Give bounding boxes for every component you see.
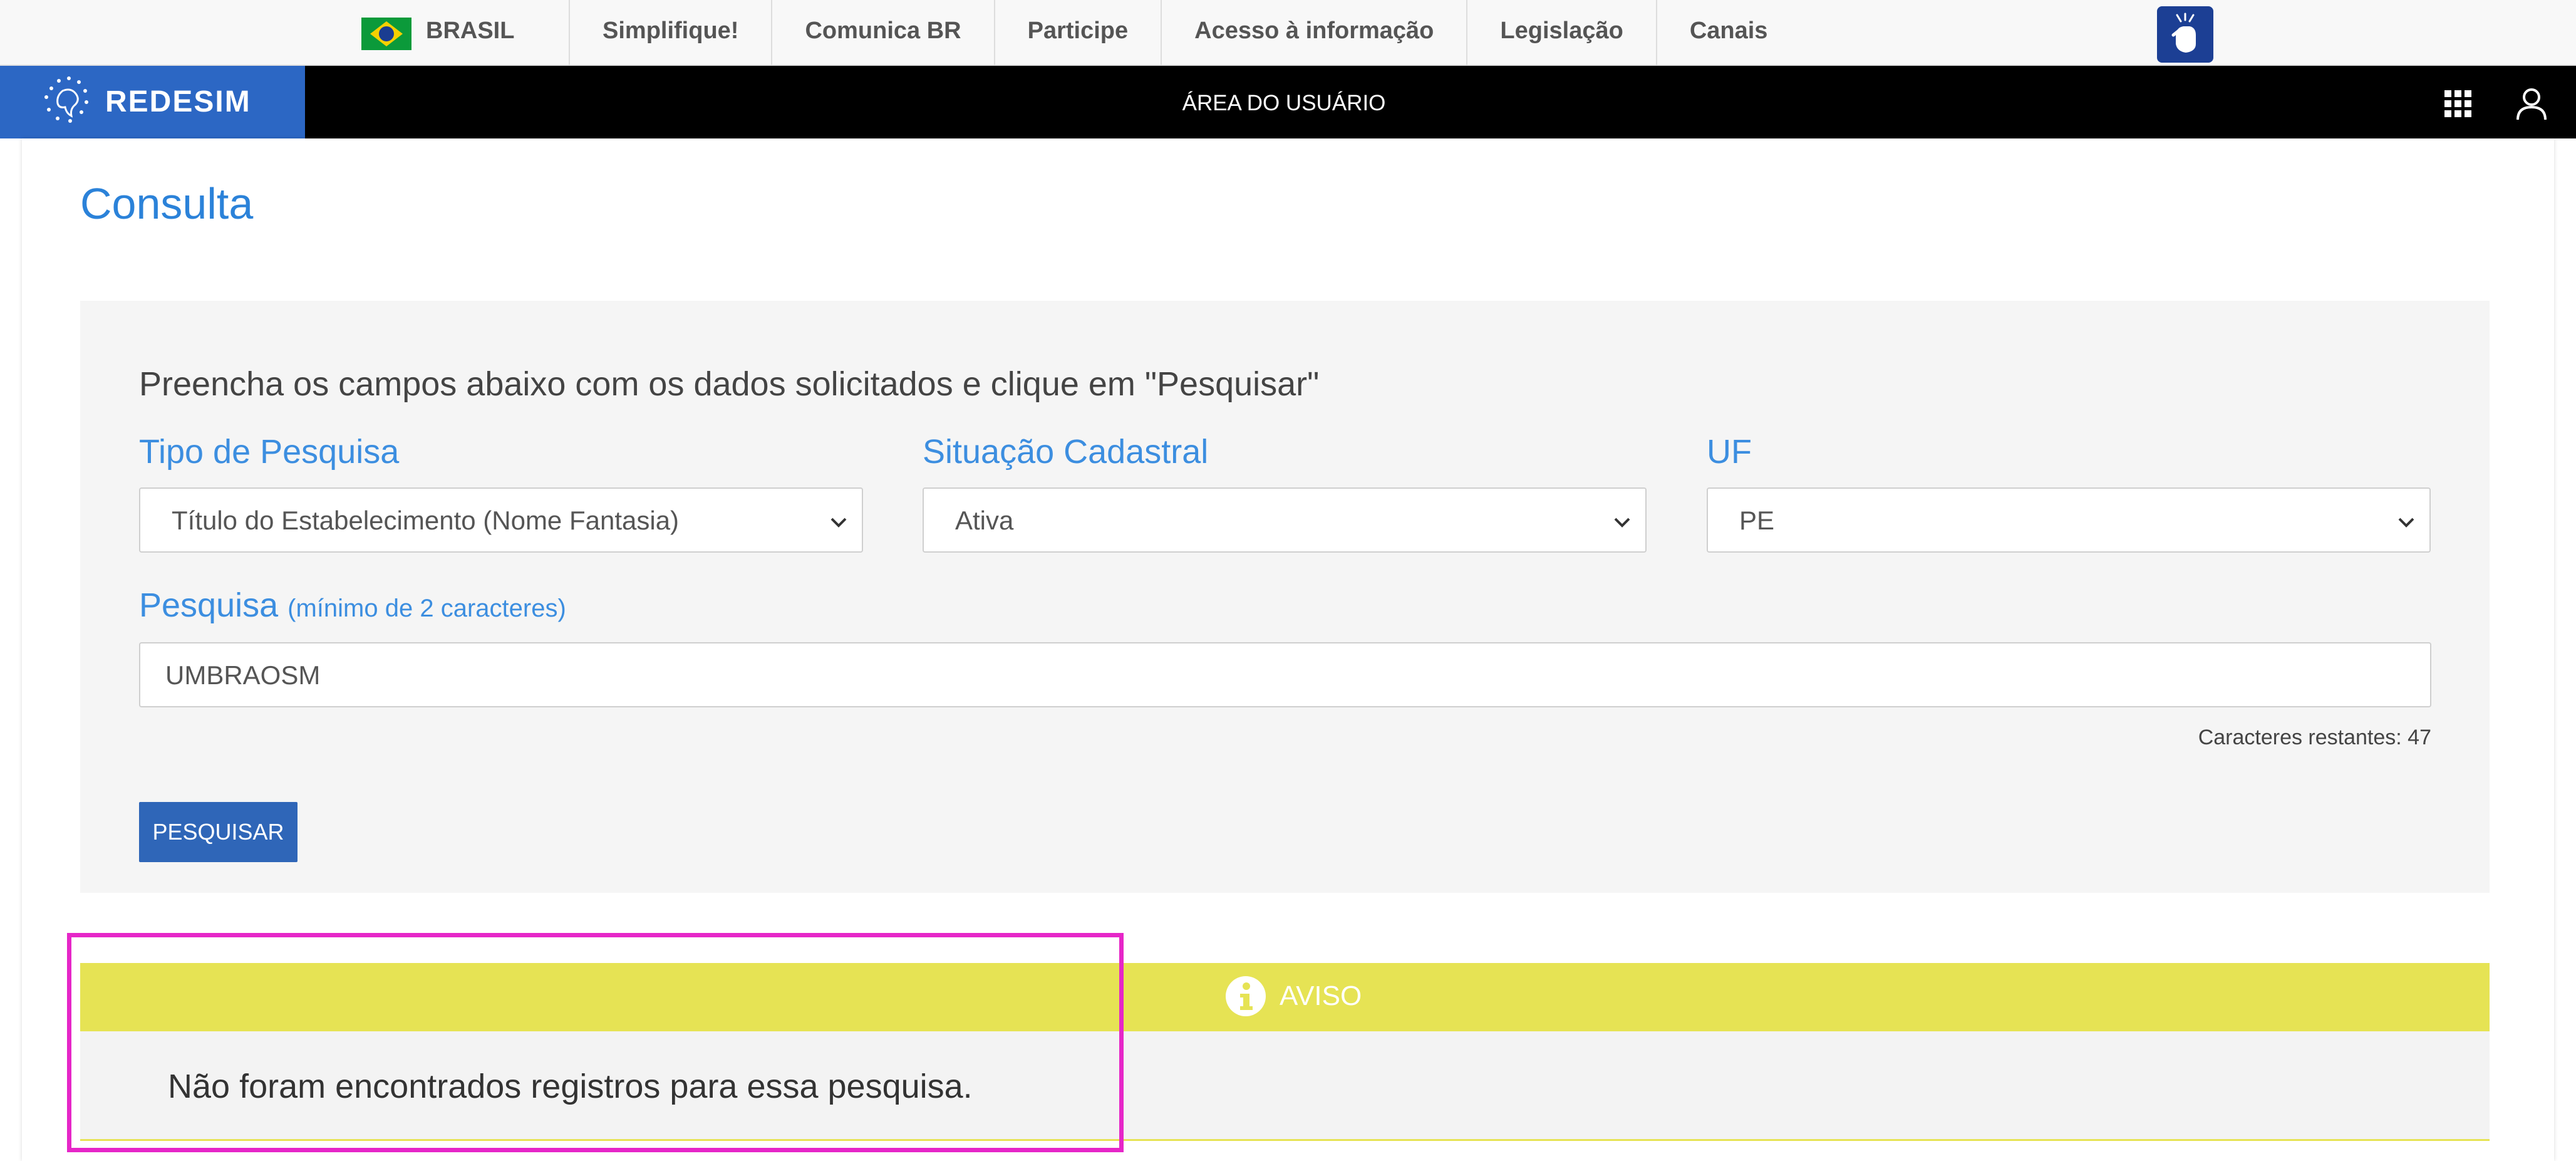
area-title: ÁREA DO USUÁRIO: [1182, 91, 1386, 115]
chevron-down-icon: [1614, 518, 1630, 528]
page-title: Consulta: [80, 179, 254, 228]
tipo-pesquisa-label: Tipo de Pesquisa: [139, 433, 400, 471]
uf-select[interactable]: PE: [1707, 487, 2431, 553]
situacao-cadastral-select[interactable]: Ativa: [923, 487, 1647, 553]
info-icon: [1226, 976, 1266, 1016]
uf-label: UF: [1707, 433, 1752, 471]
pesquisa-hint: (mínimo de 2 caracteres): [287, 595, 566, 622]
situacao-cadastral-value: Ativa: [955, 506, 1014, 535]
gov-link-acesso-informacao[interactable]: Acesso à informação: [1162, 0, 1468, 66]
pesquisa-label: Pesquisa (mínimo de 2 caracteres): [139, 586, 566, 625]
gov-brasil-label: BRASIL: [426, 18, 515, 44]
tipo-pesquisa-select[interactable]: Título do Estabelecimento (Nome Fantasia…: [139, 487, 863, 553]
situacao-cadastral-label: Situação Cadastral: [923, 433, 1209, 471]
gov-link-participe[interactable]: Participe: [995, 0, 1162, 66]
form-instructions: Preencha os campos abaixo com os dados s…: [139, 365, 1320, 403]
redesim-emblem-icon: [44, 76, 88, 123]
uf-value: PE: [1739, 506, 1775, 535]
search-input-value: UMBRAOSM: [165, 660, 321, 690]
chevron-down-icon: [2398, 518, 2414, 528]
gov-links: Simplifique! Comunica BR Participe Acess…: [570, 0, 1800, 66]
brazil-flag-icon: [361, 18, 411, 50]
notice-title: AVISO: [1280, 981, 1362, 1011]
logo-text: REDESIM: [105, 85, 251, 118]
gov-link-canais[interactable]: Canais: [1657, 0, 1801, 66]
redesim-logo[interactable]: REDESIM: [0, 66, 305, 138]
apps-grid-icon[interactable]: [2443, 88, 2474, 120]
search-button[interactable]: PESQUISAR: [139, 802, 297, 862]
tipo-pesquisa-value: Título do Estabelecimento (Nome Fantasia…: [172, 506, 680, 535]
notice-message: Não foram encontrados registros para ess…: [168, 1068, 973, 1105]
pesquisa-label-text: Pesquisa: [139, 586, 279, 624]
gov-link-comunica-br[interactable]: Comunica BR: [772, 0, 995, 66]
gov-top-bar: BRASIL Simplifique! Comunica BR Particip…: [0, 0, 2576, 66]
notice-head: AVISO: [1224, 974, 1362, 1019]
vlibras-hand-icon[interactable]: [2157, 6, 2213, 63]
chevron-down-icon: [830, 518, 847, 528]
characters-remaining: Caracteres restantes: 47: [2198, 726, 2431, 749]
search-input[interactable]: UMBRAOSM: [139, 642, 2431, 707]
gov-brasil-link[interactable]: BRASIL: [348, 0, 570, 66]
app-header: REDESIM ÁREA DO USUÁRIO: [0, 66, 2576, 138]
gov-link-legislacao[interactable]: Legislação: [1467, 0, 1657, 66]
user-icon[interactable]: [2513, 85, 2550, 122]
gov-link-simplifique[interactable]: Simplifique!: [570, 0, 773, 66]
